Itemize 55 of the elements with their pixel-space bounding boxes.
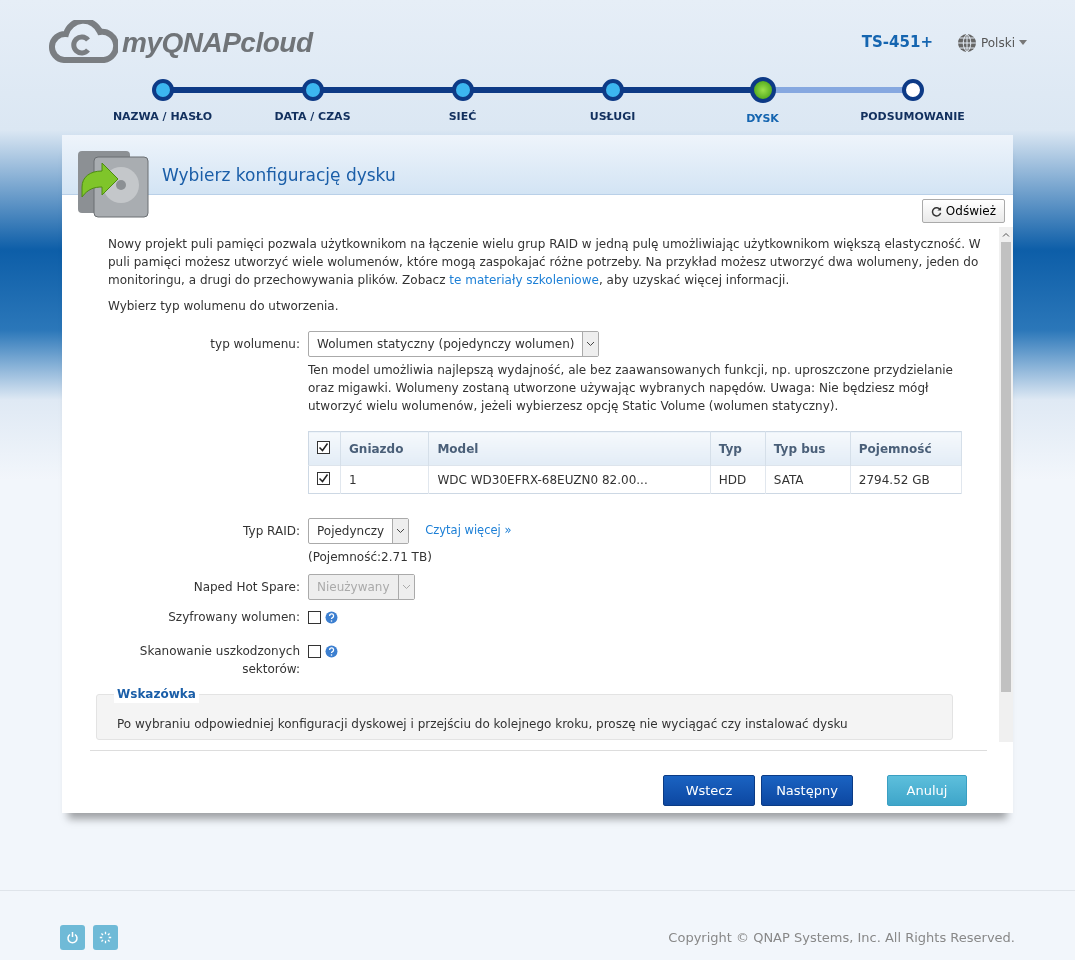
device-name: TS-451+ — [861, 32, 933, 54]
step-label: USŁUGI — [588, 109, 637, 125]
step-label: PODSUMOWANIE — [859, 109, 966, 125]
tip-text: Po wybraniu odpowiedniej konfiguracji dyskowej i przejściu do kolejnego kroku, proszę nie wyciągać czy instalować dysku — [117, 716, 849, 733]
checkbox[interactable] — [308, 644, 321, 658]
step-label: SIEĆ — [447, 109, 478, 125]
table-cell: WDC WD30EFRX-68EUZN0 82.00... — [428, 465, 711, 494]
column-header: Typ — [710, 431, 766, 466]
wizard-button[interactable]: Następny — [761, 775, 853, 806]
read-more-link[interactable]: Czytaj więcej » — [425, 522, 512, 540]
column-header: Pojemność — [850, 431, 962, 466]
cloud-logo-icon — [48, 19, 118, 66]
power-icon — [66, 931, 79, 944]
field-label: typ wolumenu: — [209, 336, 301, 353]
chevron-down-icon — [401, 584, 411, 590]
intro-paragraph: Nowy projekt puli pamięci pozwala użytkownikom na łączenie wielu grup RAID w jedną pulę umożliwiając użytkownikom większą elastyczność. W puli pamięci możesz utworzyć wiele wolumenów, które mogą zaspokajać różne potrzeby. Na przykład możesz utworzyć dwa wolumeny, jeden do monitoringu, a drugi do przechowywania plików. Zobacz te materiały szkoleniowe, aby uzyskać więcej informacji. — [108, 236, 982, 289]
power-button[interactable] — [60, 925, 85, 950]
spinner-icon — [99, 930, 112, 945]
panel-title: Wybierz konfigurację dysku — [162, 163, 396, 187]
step-label: NAZWA / HASŁO — [111, 109, 214, 125]
checkbox[interactable] — [317, 471, 330, 485]
prompt-text: Wybierz typ wolumenu do utworzenia. — [108, 298, 340, 315]
wizard-button[interactable]: Wstecz — [663, 775, 755, 806]
field-label: Naped Hot Spare: — [192, 579, 301, 596]
language-dropdown[interactable]: Polski — [956, 32, 1027, 53]
column-header: Model — [428, 431, 711, 466]
step-label: DATA / CZAS — [273, 109, 352, 125]
table-cell: HDD — [710, 465, 766, 494]
globe-icon — [956, 32, 977, 53]
scrollbar[interactable] — [999, 227, 1013, 742]
field-label: Skanowanie uszkodzonych sektorów: — [138, 643, 301, 678]
checkbox[interactable] — [308, 610, 321, 624]
chevron-down-icon — [396, 528, 406, 534]
chevron-down-icon — [586, 341, 596, 347]
training-link[interactable]: te materiały szkoleniowe — [449, 273, 599, 287]
table-cell: 1 — [340, 465, 429, 494]
scroll-up-icon[interactable] — [1002, 232, 1010, 237]
volume-type-select[interactable]: Wolumen statyczny (pojedynczy wolumen) — [308, 331, 600, 357]
table-cell: 2794.52 GB — [850, 465, 962, 494]
field-label: Typ RAID: — [242, 523, 301, 540]
field-label: Szyfrowany wolumen: — [167, 609, 301, 626]
brand-name: myQNAPcloud — [122, 25, 313, 60]
refresh-icon — [930, 205, 942, 217]
table-cell: SATA — [765, 465, 851, 494]
checkbox[interactable] — [317, 440, 330, 454]
copyright-text: Copyright © QNAP Systems, Inc. All Rights Reserved. — [668, 928, 1015, 947]
step-label: DYSK — [745, 111, 780, 127]
volume-description: Ten model umożliwia najlepszą wydajność, ale bez zaawansowanych funkcji, np. uproszczone przydzielanie oraz migawki. Wolumeny zostaną utworzone używając wybranych napędów. Uwaga: Nie będziesz mógł utworzyć wielu wolumenów, jeżeli wybierzesz opcję Static Volume (wolumen statyczny). — [308, 362, 954, 415]
caret-icon — [1019, 40, 1027, 45]
refresh-button[interactable]: Odśwież — [921, 199, 1005, 223]
column-header: Typ bus — [765, 431, 851, 466]
tip-title: Wskazówka — [114, 685, 199, 703]
capacity-text: (Pojemność:2.71 TB) — [308, 549, 433, 566]
raid-type-select[interactable]: Pojedynczy — [308, 518, 410, 544]
column-header: Gniazdo — [340, 431, 429, 466]
